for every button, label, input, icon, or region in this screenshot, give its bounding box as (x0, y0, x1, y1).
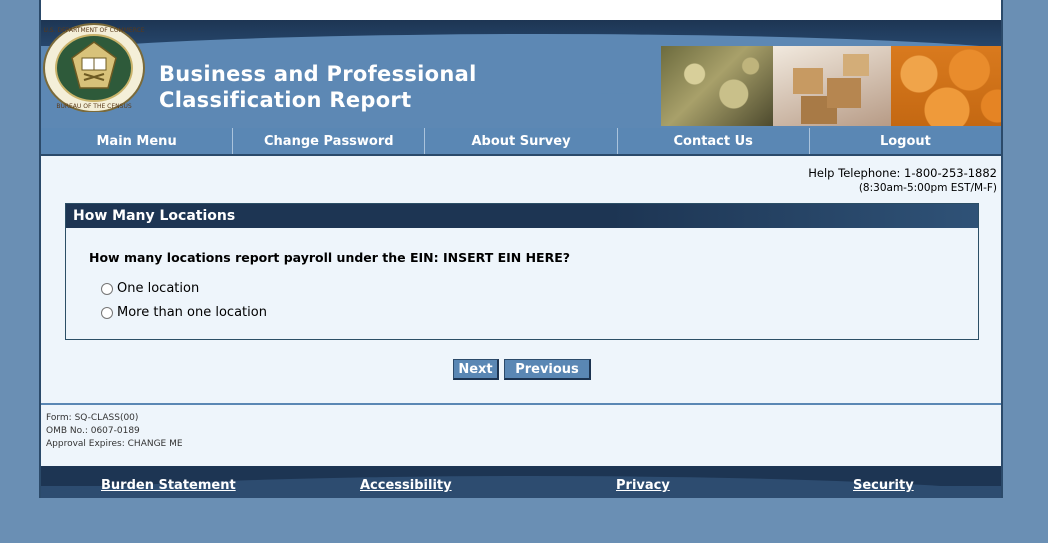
boxes-photo (773, 46, 891, 126)
option-more-than-one-location[interactable]: More than one location (101, 305, 267, 320)
svg-text:BUREAU OF THE CENSUS: BUREAU OF THE CENSUS (56, 103, 131, 110)
footer: Burden Statement Accessibility Privacy S… (41, 466, 1001, 498)
header-photos (661, 46, 1001, 126)
radio-more-than-one-location[interactable] (101, 306, 113, 319)
previous-button[interactable]: Previous (504, 359, 591, 380)
option-more-than-one-label: More than one location (117, 305, 267, 320)
omb-number: OMB No.: 0607-0189 (46, 426, 140, 436)
nav-main-menu[interactable]: Main Menu (41, 128, 234, 154)
page-title: Business and Professional Classification… (159, 61, 477, 113)
footer-link-burden-statement[interactable]: Burden Statement (101, 478, 236, 493)
form-id: Form: SQ-CLASS(00) (46, 413, 139, 423)
page-container: U.S. DEPARTMENT OF COMMERCE BUREAU OF TH… (39, 0, 1003, 498)
help-telephone: Help Telephone: 1-800-253-1882 (808, 166, 997, 180)
footer-link-security[interactable]: Security (853, 478, 914, 493)
top-strip (41, 0, 1001, 20)
nav-change-password[interactable]: Change Password (233, 128, 426, 154)
footer-link-privacy[interactable]: Privacy (616, 478, 670, 493)
title-line-1: Business and Professional (159, 62, 477, 86)
title-line-2: Classification Report (159, 88, 412, 112)
svg-text:U.S. DEPARTMENT OF COMMERCE: U.S. DEPARTMENT OF COMMERCE (43, 27, 144, 34)
content-divider (41, 403, 1001, 405)
gears-photo (661, 46, 773, 126)
main-nav: Main Menu Change Password About Survey C… (41, 128, 1001, 156)
next-button[interactable]: Next (453, 359, 499, 380)
panel-title: How Many Locations (66, 204, 978, 228)
help-hours: (8:30am-5:00pm EST/M-F) (858, 182, 997, 194)
header-banner: U.S. DEPARTMENT OF COMMERCE BUREAU OF TH… (41, 20, 1001, 128)
form-info: Form: SQ-CLASS(00) OMB No.: 0607-0189 Ap… (46, 412, 183, 451)
census-seal-logo: U.S. DEPARTMENT OF COMMERCE BUREAU OF TH… (43, 23, 145, 112)
footer-links: Burden Statement Accessibility Privacy S… (41, 478, 1001, 496)
question-text: How many locations report payroll under … (89, 250, 571, 265)
radio-one-location[interactable] (101, 282, 113, 295)
option-one-location[interactable]: One location (101, 281, 199, 296)
footer-link-accessibility[interactable]: Accessibility (360, 478, 452, 493)
locations-panel: How Many Locations How many locations re… (65, 203, 979, 340)
help-info: Help Telephone: 1-800-253-1882 (8:30am-5… (808, 166, 997, 196)
nav-about-survey[interactable]: About Survey (425, 128, 618, 154)
option-one-location-label: One location (117, 281, 200, 296)
nav-logout[interactable]: Logout (810, 128, 1001, 154)
approval-expires: Approval Expires: CHANGE ME (46, 439, 183, 449)
nav-contact-us[interactable]: Contact Us (618, 128, 810, 154)
oranges-photo (891, 46, 1001, 126)
